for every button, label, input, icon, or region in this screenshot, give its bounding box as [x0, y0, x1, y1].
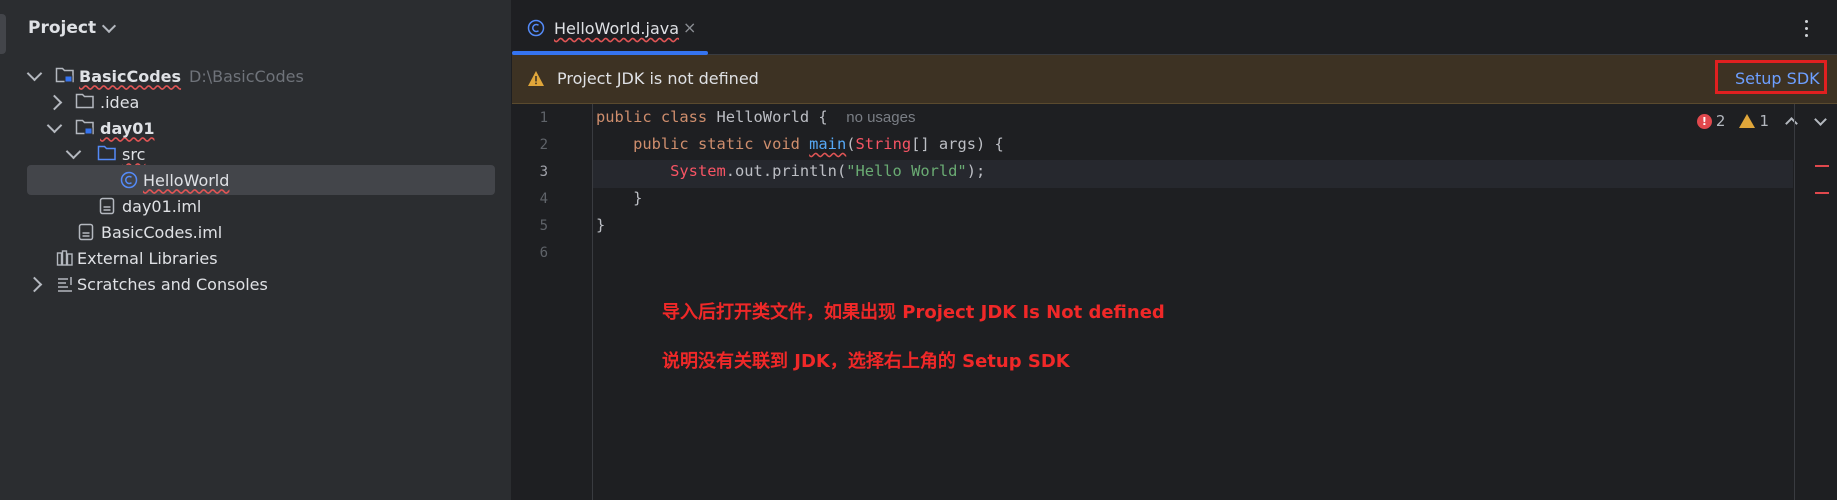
next-problem-icon[interactable]	[1814, 112, 1827, 126]
expand-arrow-icon[interactable]	[26, 276, 42, 292]
expand-arrow-icon[interactable]	[46, 94, 62, 110]
tree-item-label: HelloWorld	[143, 170, 230, 190]
java-class-icon	[120, 171, 138, 189]
annotation-line-1: 导入后打开类文件，如果出现 Project JDK Is Not defined	[662, 302, 1165, 323]
error-stripe-mark[interactable]	[1815, 192, 1829, 194]
scratches-icon	[56, 275, 74, 293]
tree-item-label: .idea	[100, 92, 140, 112]
tree-item-label: day01	[100, 118, 155, 138]
more-options-icon[interactable]	[1805, 20, 1809, 41]
expand-arrow-icon[interactable]	[26, 65, 42, 83]
libraries-icon	[56, 249, 74, 267]
line-number: 3	[539, 164, 548, 180]
code-line-1[interactable]: public class HelloWorld { no usages	[596, 108, 915, 126]
error-stripe-mark[interactable]	[1815, 165, 1829, 167]
tab-helloworld-java[interactable]: HelloWorld.java ×	[512, 4, 708, 55]
line-number: 4	[539, 191, 548, 207]
line-number: 2	[539, 137, 548, 153]
expand-arrow-icon[interactable]	[46, 117, 62, 135]
annotation-line-2: 说明没有关联到 JDK，选择右上角的 Setup SDK	[662, 351, 1070, 372]
java-class-icon	[527, 19, 545, 37]
warning-count: 1	[1759, 112, 1769, 130]
iml-file-icon	[99, 197, 115, 215]
inspection-widget[interactable]: ! 2 1	[1696, 112, 1827, 130]
error-count: 2	[1715, 112, 1726, 130]
module-folder-icon	[55, 66, 75, 84]
folder-icon	[75, 92, 95, 110]
expand-arrow-icon[interactable]	[65, 143, 81, 161]
project-panel-title: Project	[28, 18, 97, 38]
code-line-5[interactable]: }	[596, 216, 605, 234]
tree-item-label: src	[122, 144, 146, 164]
editor-tab-bar: HelloWorld.java ×	[512, 4, 1837, 55]
tool-window-strip	[0, 0, 14, 500]
tree-item-label: BasicCodes D:\BasicCodes	[79, 66, 304, 86]
module-folder-icon	[75, 118, 95, 136]
code-line-3[interactable]: System.out.println("Hello World");	[596, 162, 985, 180]
gutter-divider	[592, 104, 593, 500]
tree-item-label: External Libraries	[77, 248, 218, 268]
iml-file-icon	[78, 223, 94, 241]
error-icon: !	[1696, 113, 1712, 129]
banner-message: Project JDK is not defined	[557, 69, 759, 88]
tree-item-helloworld[interactable]: HelloWorld	[27, 165, 495, 195]
line-number: 6	[539, 245, 548, 261]
warning-icon	[527, 70, 545, 91]
code-line-4[interactable]: }	[596, 189, 642, 207]
code-line-2[interactable]: public static void main(String[] args) {	[596, 135, 1004, 153]
jdk-warning-banner: Project JDK is not defined Setup SDK	[512, 55, 1837, 104]
tree-item-label: BasicCodes.iml	[101, 222, 223, 242]
project-panel: Project BasicCodes D:\BasicCodes .idea da…	[13, 0, 512, 500]
close-icon[interactable]: ×	[683, 18, 696, 37]
previous-problem-icon[interactable]	[1785, 116, 1798, 130]
project-panel-header[interactable]: Project	[28, 18, 117, 38]
scrollbar-track[interactable]	[1794, 104, 1795, 500]
tab-title: HelloWorld.java	[554, 19, 680, 38]
project-tool-button[interactable]	[0, 14, 6, 54]
editor-area: HelloWorld.java × Project JDK is not def…	[512, 0, 1837, 500]
chevron-down-icon	[102, 18, 117, 33]
tree-item-label: day01.iml	[122, 196, 202, 216]
tree-item-label: Scratches and Consoles	[77, 274, 268, 294]
warning-icon	[1739, 114, 1756, 128]
line-number: 5	[539, 218, 548, 234]
line-number: 1	[539, 110, 548, 126]
usages-hint[interactable]: no usages	[846, 109, 915, 126]
source-folder-icon	[97, 144, 117, 162]
setup-sdk-link[interactable]: Setup SDK	[1735, 69, 1820, 88]
